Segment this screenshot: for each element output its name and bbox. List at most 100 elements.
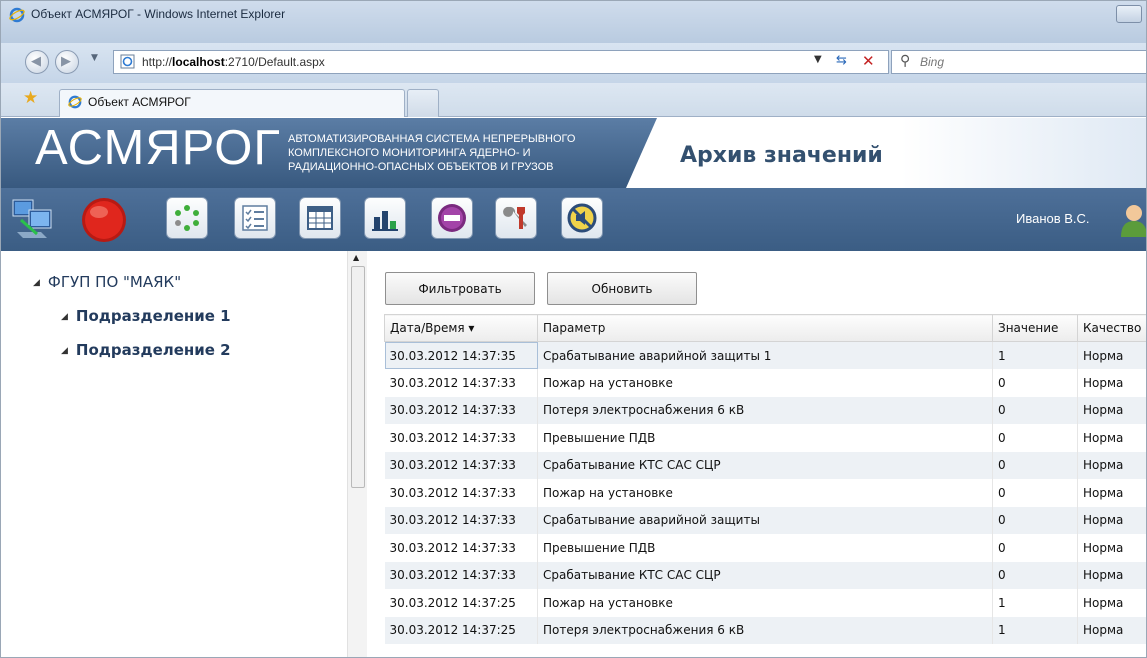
cell-quality[interactable]: Норма bbox=[1077, 506, 1146, 534]
table-row[interactable]: 30.03.2012 14:37:33 Превышение ПДВ 0 Норма bbox=[384, 534, 1146, 562]
table-button[interactable] bbox=[299, 197, 341, 239]
column-header-datetime[interactable]: Дата/Время ▾ bbox=[384, 314, 538, 342]
cell-datetime[interactable]: 30.03.2012 14:37:33 bbox=[384, 369, 538, 397]
cell-quality[interactable]: Норма bbox=[1077, 451, 1146, 479]
cell-datetime[interactable]: 30.03.2012 14:37:33 bbox=[384, 534, 538, 562]
filter-button[interactable]: Фильтровать bbox=[385, 272, 535, 305]
scroll-up-icon[interactable]: ▲ bbox=[353, 253, 359, 262]
table-row[interactable]: 30.03.2012 14:37:33 Срабатывание КТС САС … bbox=[384, 561, 1146, 589]
cell-quality[interactable]: Норма bbox=[1077, 341, 1146, 369]
column-header-parameter[interactable]: Параметр bbox=[537, 314, 993, 342]
stop-icon[interactable]: ✕ bbox=[862, 52, 875, 70]
cell-value[interactable]: 0 bbox=[992, 451, 1078, 479]
alarm-icon[interactable] bbox=[79, 195, 129, 245]
subtitle-line: КОМПЛЕКСНОГО МОНИТОРИНГА ЯДЕРНО- И bbox=[288, 147, 531, 159]
tree-node-root[interactable]: ◢ ФГУП ПО "МАЯК" bbox=[33, 273, 181, 291]
cell-parameter[interactable]: Срабатывание аварийной защиты bbox=[537, 506, 993, 534]
table-row[interactable]: 30.03.2012 14:37:33 Пожар на установке 0 Но… bbox=[384, 479, 1146, 507]
cell-parameter[interactable]: Потеря электроснабжения 6 кВ bbox=[537, 616, 993, 644]
cell-parameter[interactable]: Срабатывание КТС САС СЦР bbox=[537, 561, 993, 589]
refresh-icon[interactable]: ⇆ bbox=[836, 53, 847, 68]
address-input[interactable]: http://localhost:2710/Default.aspx ▼ ⇆ ✕ bbox=[113, 50, 889, 74]
cell-quality[interactable]: Норма bbox=[1077, 479, 1146, 507]
cell-quality[interactable]: Норма bbox=[1077, 534, 1146, 562]
table-row[interactable]: 30.03.2012 14:37:35 Срабатывание аварийно… bbox=[384, 341, 1146, 369]
back-button[interactable]: ◀ bbox=[25, 50, 49, 74]
window-control-button[interactable] bbox=[1116, 5, 1142, 23]
cell-quality[interactable]: Норма bbox=[1077, 369, 1146, 397]
cell-quality[interactable]: Норма bbox=[1077, 561, 1146, 589]
favorites-star-icon[interactable]: ★ bbox=[23, 88, 38, 108]
table-row[interactable]: 30.03.2012 14:37:33 Срабатывание КТС САС … bbox=[384, 451, 1146, 479]
bar-chart-button[interactable] bbox=[364, 197, 406, 239]
tab-bar: ★ Объект АСМЯРОГ bbox=[1, 83, 1146, 117]
cell-value[interactable]: 0 bbox=[992, 396, 1078, 424]
cell-value[interactable]: 0 bbox=[992, 424, 1078, 452]
cell-datetime[interactable]: 30.03.2012 14:37:25 bbox=[384, 589, 538, 617]
cell-quality[interactable]: Норма bbox=[1077, 616, 1146, 644]
cell-datetime[interactable]: 30.03.2012 14:37:33 bbox=[384, 451, 538, 479]
expand-triangle-icon[interactable]: ◢ bbox=[61, 312, 68, 322]
table-row[interactable]: 30.03.2012 14:37:25 Потеря электроснабжен… bbox=[384, 616, 1146, 644]
cell-datetime[interactable]: 30.03.2012 14:37:33 bbox=[384, 424, 538, 452]
checklist-button[interactable] bbox=[234, 197, 276, 239]
url-dropdown-icon[interactable]: ▼ bbox=[814, 54, 822, 65]
search-placeholder: Bing bbox=[920, 55, 945, 69]
cell-value[interactable]: 0 bbox=[992, 479, 1078, 507]
expand-triangle-icon[interactable]: ◢ bbox=[61, 346, 68, 356]
cell-parameter[interactable]: Превышение ПДВ bbox=[537, 534, 993, 562]
no-sound-button[interactable] bbox=[561, 197, 603, 239]
cell-parameter[interactable]: Срабатывание КТС САС СЦР bbox=[537, 451, 993, 479]
user-name[interactable]: Иванов В.С. bbox=[1016, 211, 1090, 226]
cell-datetime[interactable]: 30.03.2012 14:37:33 bbox=[384, 506, 538, 534]
table-row[interactable]: 30.03.2012 14:37:25 Пожар на установке 1 Но… bbox=[384, 589, 1146, 617]
refresh-button[interactable]: Обновить bbox=[547, 272, 697, 305]
cell-value[interactable]: 0 bbox=[992, 561, 1078, 589]
column-header-quality[interactable]: Качество bbox=[1077, 314, 1146, 342]
cell-quality[interactable]: Норма bbox=[1077, 589, 1146, 617]
search-input[interactable]: ⚲ Bing bbox=[891, 50, 1146, 74]
stop-button[interactable] bbox=[431, 197, 473, 239]
scroll-thumb[interactable] bbox=[351, 266, 365, 488]
table-row[interactable]: 30.03.2012 14:37:33 Пожар на установке 0 Но… bbox=[384, 369, 1146, 397]
cell-datetime[interactable]: 30.03.2012 14:37:33 bbox=[384, 561, 538, 589]
status-dots-button[interactable] bbox=[166, 197, 208, 239]
table-row[interactable]: 30.03.2012 14:37:33 Срабатывание аварийно… bbox=[384, 506, 1146, 534]
page-icon bbox=[120, 54, 135, 69]
page-title: Архив значений bbox=[680, 143, 883, 168]
tab-active[interactable]: Объект АСМЯРОГ bbox=[59, 89, 405, 117]
cell-value[interactable]: 1 bbox=[992, 616, 1078, 644]
history-dropdown-icon[interactable]: ▼ bbox=[91, 53, 98, 63]
cell-parameter[interactable]: Срабатывание аварийной защиты 1 bbox=[537, 341, 993, 369]
tree-node-division-1[interactable]: ◢ Подразделение 1 bbox=[61, 307, 231, 325]
cell-datetime[interactable]: 30.03.2012 14:37:33 bbox=[384, 479, 538, 507]
cell-value[interactable]: 1 bbox=[992, 341, 1078, 369]
user-avatar-icon[interactable] bbox=[1119, 203, 1147, 237]
tree-node-division-2[interactable]: ◢ Подразделение 2 bbox=[61, 341, 231, 359]
cell-parameter[interactable]: Пожар на установке bbox=[537, 589, 993, 617]
tree-scrollbar[interactable]: ▲ bbox=[347, 251, 367, 657]
network-icon[interactable] bbox=[11, 196, 59, 242]
cell-quality[interactable]: Норма bbox=[1077, 396, 1146, 424]
table-row[interactable]: 30.03.2012 14:37:33 Превышение ПДВ 0 Норма bbox=[384, 424, 1146, 452]
forward-button[interactable]: ▶ bbox=[55, 50, 79, 74]
cell-quality[interactable]: Норма bbox=[1077, 424, 1146, 452]
new-tab-button[interactable] bbox=[407, 89, 439, 117]
cell-value[interactable]: 1 bbox=[992, 589, 1078, 617]
expand-triangle-icon[interactable]: ◢ bbox=[33, 278, 40, 288]
app-logo: АСМЯРОГ bbox=[35, 121, 281, 175]
cell-parameter[interactable]: Потеря электроснабжения 6 кВ bbox=[537, 396, 993, 424]
cell-datetime[interactable]: 30.03.2012 14:37:25 bbox=[384, 616, 538, 644]
tools-button[interactable] bbox=[495, 197, 537, 239]
table-row[interactable]: 30.03.2012 14:37:33 Потеря электроснабжен… bbox=[384, 396, 1146, 424]
cell-parameter[interactable]: Пожар на установке bbox=[537, 479, 993, 507]
cell-datetime[interactable]: 30.03.2012 14:37:33 bbox=[384, 396, 538, 424]
cell-parameter[interactable]: Пожар на установке bbox=[537, 369, 993, 397]
cell-datetime[interactable]: 30.03.2012 14:37:35 bbox=[384, 341, 538, 369]
cell-value[interactable]: 0 bbox=[992, 534, 1078, 562]
cell-value[interactable]: 0 bbox=[992, 506, 1078, 534]
column-header-value[interactable]: Значение bbox=[992, 314, 1078, 342]
cell-value[interactable]: 0 bbox=[992, 369, 1078, 397]
checklist-icon bbox=[242, 205, 268, 231]
cell-parameter[interactable]: Превышение ПДВ bbox=[537, 424, 993, 452]
